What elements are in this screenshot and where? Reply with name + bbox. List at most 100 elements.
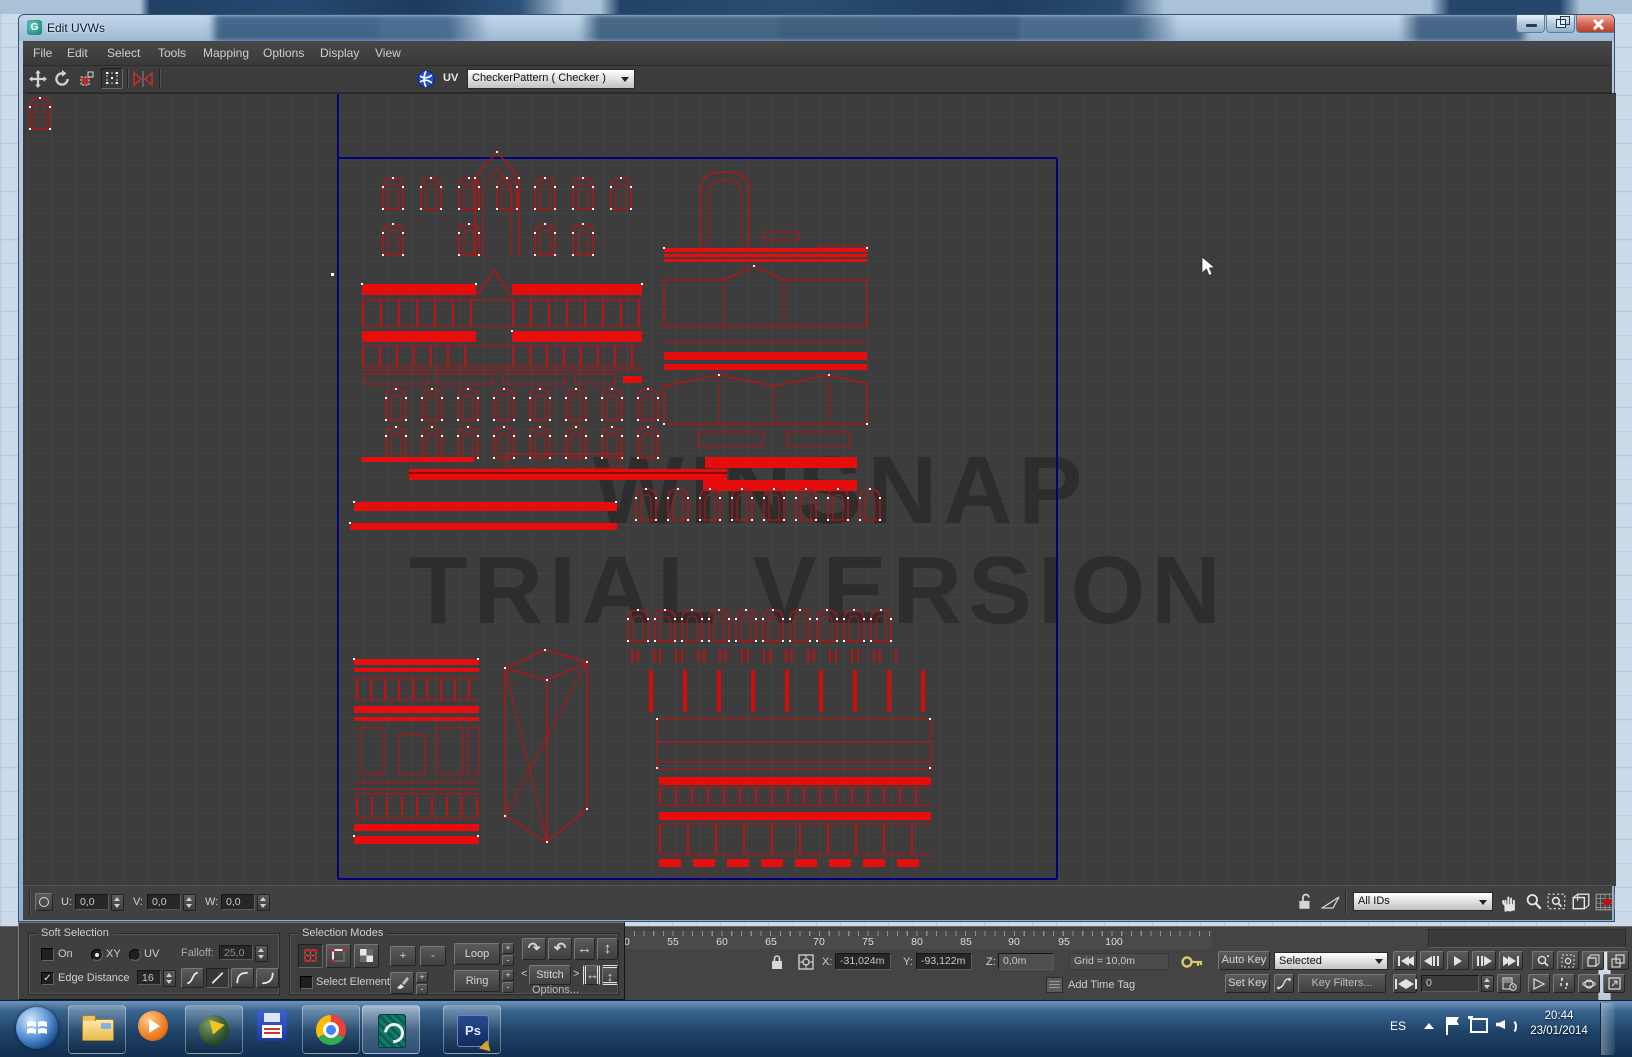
close-button[interactable] [1576,15,1614,33]
falloff-field[interactable]: 25,0 [219,945,253,960]
rotate-tool-icon[interactable] [53,70,71,88]
hidden-icons-chevron[interactable] [1424,1023,1434,1029]
u-value-field[interactable]: 0,0 [75,894,109,910]
lock-selection-icon[interactable] [1297,893,1313,911]
zoom-extents-button[interactable] [1582,951,1604,970]
menu-view[interactable]: View [375,46,401,60]
falloff-fast-button[interactable] [231,968,254,988]
grow-selection-button[interactable]: + [390,946,416,966]
menu-tools[interactable]: Tools [158,46,186,60]
menu-file[interactable]: File [33,46,52,60]
select-element-checkbox[interactable] [300,976,313,989]
edge-mode-button[interactable] [326,944,351,968]
pan-view-button[interactable] [1528,974,1550,993]
paint-shrink-button[interactable]: - [416,984,428,995]
default-in-out-tangents-button[interactable] [1274,974,1294,993]
x-coordinate-field[interactable]: -31,024m [835,953,891,970]
walk-through-button[interactable] [1553,974,1575,993]
move-tool-icon[interactable] [29,70,47,88]
loop-grow-button[interactable]: + [502,943,514,954]
taskbar-jdownloader-button[interactable] [185,1005,243,1054]
ring-grow-button[interactable]: + [502,970,514,981]
taskbar-save-button[interactable] [257,1011,291,1045]
time-tag-icon[interactable] [1046,977,1063,993]
uv-channel-button[interactable]: UV [443,72,458,84]
xy-radio[interactable] [91,949,103,961]
maximize-viewport-button[interactable] [1603,974,1625,993]
menu-options[interactable]: Options [263,46,304,60]
zoom-mode-button[interactable] [1532,951,1554,970]
v-spinner[interactable] [183,894,196,911]
stitch-button[interactable]: Stitch [529,965,571,985]
current-frame-field[interactable]: 0 [1421,975,1479,992]
taskbar-chrome-button[interactable] [302,1005,360,1054]
options-link[interactable]: Options... [532,984,579,996]
paint-select-button[interactable] [390,972,414,994]
restore-button[interactable] [1546,15,1575,33]
auto-key-button[interactable]: Auto Key [1218,951,1270,970]
key-mode-toggle-button[interactable] [1393,974,1417,993]
w-value-field[interactable]: 0,0 [221,894,255,910]
orbit-button[interactable] [1578,974,1600,993]
menu-mapping[interactable]: Mapping [203,46,249,60]
add-time-tag[interactable]: Add Time Tag [1068,979,1135,991]
absolute-mode-icon[interactable] [798,954,814,970]
zoom-extents-icon[interactable] [1571,893,1591,911]
z-coordinate-field[interactable]: 0,0m [998,953,1054,970]
absolute-offset-toggle[interactable] [35,893,53,911]
taskbar-wmp-button[interactable] [138,1011,172,1045]
go-to-start-button[interactable] [1393,951,1417,970]
align-v-edges-button[interactable]: ↕ [602,965,618,985]
vertex-mode-button[interactable] [298,944,323,968]
language-indicator[interactable]: ES [1390,1019,1406,1033]
zoom-tool-icon[interactable] [1525,893,1543,911]
taskbar-3dsmax-button[interactable] [362,1005,420,1054]
uv-canvas[interactable]: WINSNAP TRIAL VERSION [27,93,1616,886]
show-desktop-button[interactable] [1600,1003,1615,1055]
menu-display[interactable]: Display [320,46,359,60]
falloff-smooth-button[interactable] [181,968,204,988]
align-vertical-button[interactable]: ↕ [597,938,618,960]
u-spinner[interactable] [111,894,124,911]
start-button[interactable] [16,1007,58,1049]
align-h-edges-button[interactable]: ↔ [583,965,600,985]
menu-edit[interactable]: Edit [67,46,88,60]
edge-distance-checkbox[interactable]: ✓ [41,972,54,985]
timeline-ruler[interactable]: 50 55 60 65 70 75 80 85 90 95 100 [618,931,1212,949]
taskbar-photoshop-button[interactable]: Ps [443,1005,501,1054]
mirror-tool-icon[interactable] [133,70,153,88]
soft-selection-on-checkbox[interactable] [41,948,54,961]
edge-distance-field[interactable]: 16 [137,970,161,985]
falloff-slow-button[interactable] [256,968,279,988]
shrink-selection-button[interactable]: - [420,946,446,966]
minimize-button[interactable] [1516,15,1545,33]
stitch-left-arrow[interactable]: < [521,968,527,980]
v-value-field[interactable]: 0,0 [147,894,181,910]
zoom-extents-all-button[interactable] [1607,951,1629,970]
set-key-button[interactable]: Set Key [1225,974,1270,993]
pan-tool-icon[interactable] [1501,892,1519,912]
align-horizontal-button[interactable]: ↔ [574,938,595,960]
filter-selected-faces-icon[interactable] [1321,894,1341,910]
uv-radio[interactable] [129,949,141,961]
edge-distance-spinner[interactable] [163,970,176,987]
time-configuration-button[interactable] [1497,974,1521,993]
action-center-flag-icon[interactable] [1446,1017,1448,1035]
freeform-mode-button[interactable] [101,68,123,89]
ring-button[interactable]: Ring [454,970,500,992]
zoom-region-button[interactable] [1557,951,1579,970]
go-to-end-button[interactable] [1499,951,1523,970]
network-icon[interactable] [1470,1018,1488,1033]
menu-select[interactable]: Select [107,46,140,60]
ring-shrink-button[interactable]: - [502,982,514,993]
key-filters-button[interactable]: Key Filters... [1298,974,1386,993]
next-frame-button[interactable] [1472,951,1496,970]
texture-pattern-dropdown[interactable]: CheckerPattern ( Checker ) [467,69,635,89]
rotate-cw-button[interactable]: ↷ [522,938,546,960]
stitch-right-arrow[interactable]: > [573,968,579,980]
taskbar-explorer-button[interactable] [68,1005,126,1054]
world-space-icon[interactable] [417,70,435,88]
tray-clock[interactable]: 20:44 23/01/2014 [1524,1010,1594,1037]
selection-lock-icon[interactable] [770,954,784,970]
frame-spinner[interactable] [1481,975,1494,992]
